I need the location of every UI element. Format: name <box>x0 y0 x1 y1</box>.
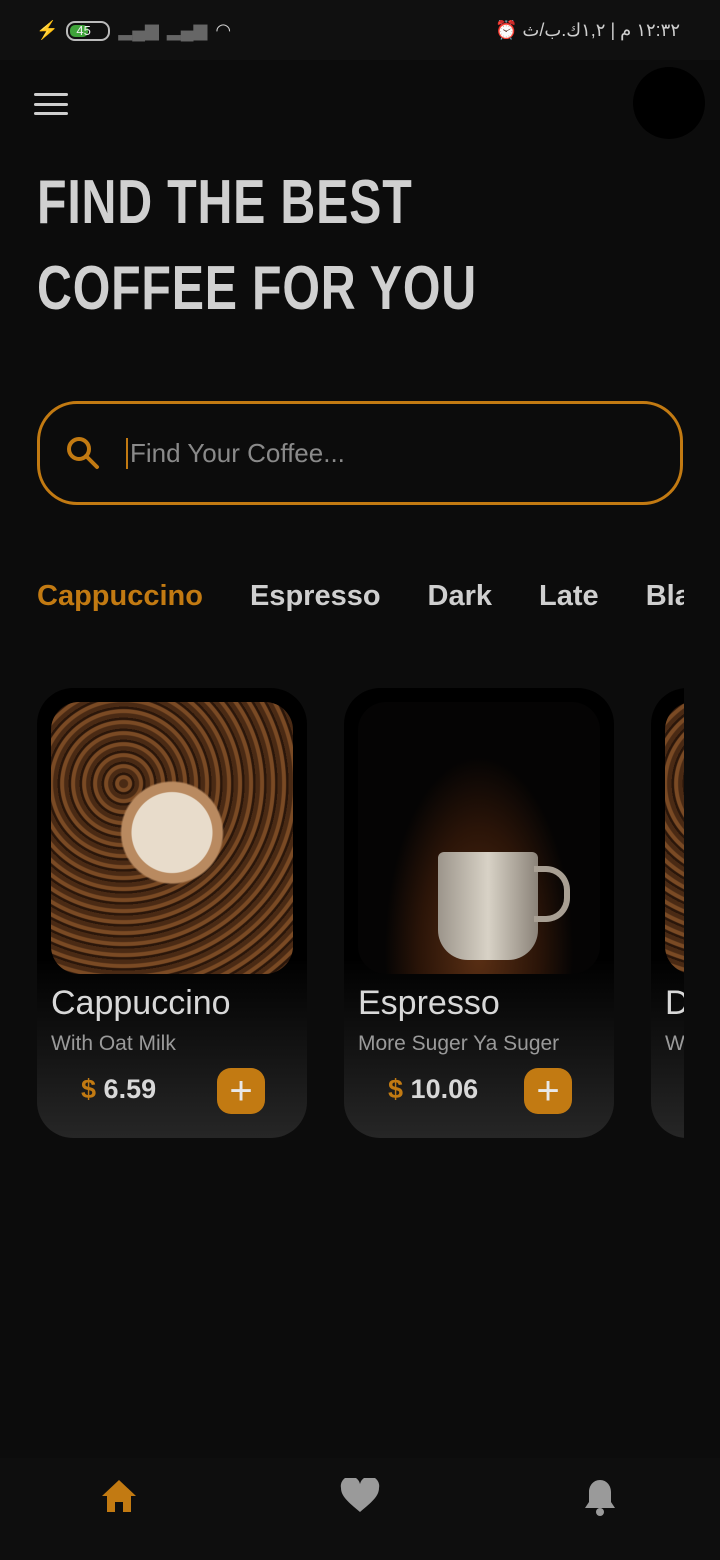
product-card[interactable]: Cappuccino With Oat Milk $ 6.59 + <box>37 688 307 1138</box>
charging-icon: ⚡ <box>36 20 59 40</box>
product-subtitle: More Suger Ya Suger <box>358 1032 560 1055</box>
signal-icon: ▂▄▆ <box>118 20 159 40</box>
product-list: Cappuccino With Oat Milk $ 6.59 + Espres… <box>37 688 684 1140</box>
signal-icon-2: ▂▄▆ <box>166 20 208 40</box>
avatar[interactable] <box>633 67 705 139</box>
tab-black[interactable]: Black <box>646 580 684 613</box>
bottom-nav <box>0 1458 720 1560</box>
product-image <box>358 702 600 974</box>
search-bar[interactable] <box>37 401 683 505</box>
bell-icon[interactable] <box>583 1478 617 1521</box>
wifi-icon: ◠ <box>215 20 232 40</box>
status-time: ١٢:٣٢ م | ١,٢ك.ب/ث <box>522 20 680 40</box>
tab-late[interactable]: Late <box>539 580 599 613</box>
alarm-icon: ⏰ <box>494 20 523 40</box>
search-icon <box>67 437 99 469</box>
product-name: Cappuccino <box>51 984 231 1022</box>
product-card[interactable]: Espresso More Suger Ya Suger $ 10.06 + <box>344 688 614 1138</box>
home-icon[interactable] <box>100 1478 138 1519</box>
add-to-cart-button[interactable]: + <box>524 1068 572 1114</box>
search-input[interactable] <box>126 437 626 469</box>
heart-icon[interactable] <box>340 1476 380 1519</box>
tab-cappuccino[interactable]: Cappuccino <box>37 580 203 613</box>
product-image <box>51 702 293 974</box>
page-title: FIND THE BEST COFFEE FOR YOU <box>37 168 477 323</box>
product-price: $ 6.59 <box>81 1074 157 1104</box>
tab-espresso[interactable]: Espresso <box>250 580 381 613</box>
add-to-cart-button[interactable]: + <box>217 1068 265 1114</box>
product-image <box>665 702 684 974</box>
battery-icon: 45 <box>66 20 111 41</box>
status-bar: ⚡ 45 ▂▄▆ ▂▄▆ ◠ ⏰ ١٢:٣٢ م | ١,٢ك.ب/ث <box>0 0 720 60</box>
category-tabs: Cappuccino Espresso Dark Late Black <box>37 580 684 613</box>
product-subtitle: With Oat Milk <box>51 1032 176 1055</box>
product-card[interactable]: D W <box>651 688 684 1138</box>
product-name: D <box>665 984 684 1022</box>
product-price: $ 10.06 <box>388 1074 479 1104</box>
product-name: Espresso <box>358 984 500 1022</box>
tab-dark[interactable]: Dark <box>428 580 493 613</box>
menu-icon[interactable] <box>34 93 68 115</box>
product-subtitle: W <box>665 1032 684 1055</box>
